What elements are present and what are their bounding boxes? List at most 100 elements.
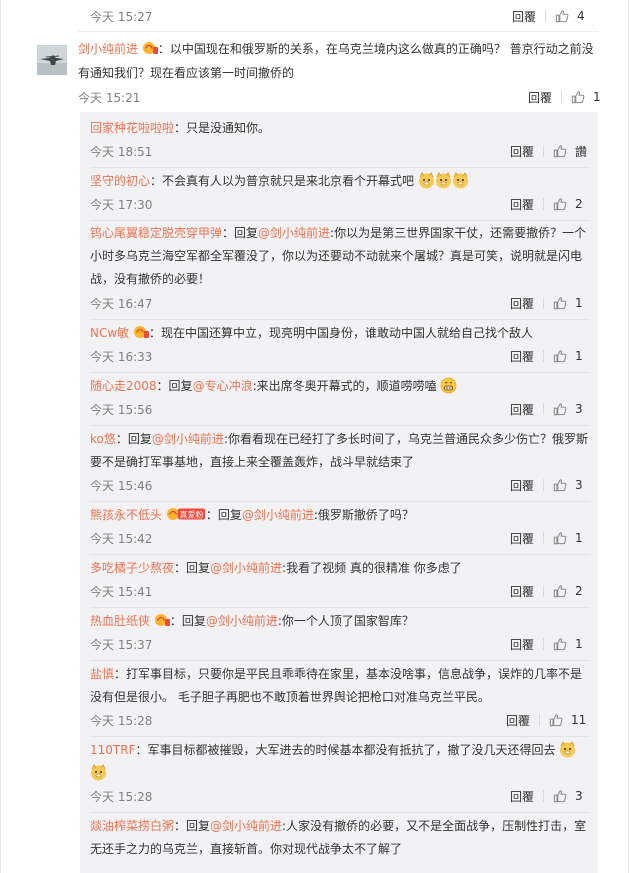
like-button[interactable]: 3 (553, 478, 583, 492)
reply-item: 钨心尾翼稳定脱壳穿甲弹：回复@剑小纯前进:你以为是第三世界国家干仗，还需要撤侨？… (90, 222, 590, 291)
reply-text: :我看了视频 真的很精准 你多虑了 (282, 561, 462, 575)
mention-link[interactable]: @剑小纯前进 (210, 561, 282, 575)
reply-time: 今天 17:30 (90, 198, 153, 212)
comment-actions: 回覆 4 (512, 7, 585, 25)
grin-emoji-icon (440, 377, 457, 394)
reply-time: 今天 15:37 (90, 638, 153, 652)
thumbs-up-icon (555, 10, 569, 23)
like-button[interactable]: 2 (553, 197, 583, 211)
like-button[interactable]: 1 (553, 531, 583, 545)
username[interactable]: 剑小纯前进 (78, 42, 138, 56)
like-button[interactable]: 讚 (553, 143, 587, 160)
thumbs-up-icon (553, 532, 567, 545)
like-button[interactable]: 1 (553, 296, 583, 310)
reply-button[interactable]: 回覆 (510, 143, 534, 160)
reply-button[interactable]: 回覆 (512, 8, 536, 25)
like-button[interactable]: 4 (555, 9, 585, 23)
username[interactable]: 坚守的初心 (90, 174, 150, 188)
like-button[interactable]: 1 (553, 637, 583, 651)
divider (78, 31, 598, 32)
mention-link[interactable]: @剑小纯前进 (206, 614, 278, 628)
divider (90, 736, 590, 737)
reply-actions: 回覆 3 (510, 400, 583, 418)
username[interactable]: 钨心尾翼稳定脱壳穿甲弹 (90, 226, 222, 240)
divider (545, 10, 547, 22)
reply-button[interactable]: 回覆 (510, 196, 534, 213)
avatar[interactable] (37, 45, 67, 75)
mention-link[interactable]: @剑小纯前进 (242, 508, 314, 522)
like-button[interactable]: 3 (553, 402, 583, 416)
main-comment: 剑小纯前进 ：以中国现在和俄罗斯的关系，在乌克兰境内这么做真的正确吗？ 普京行动… (78, 38, 598, 84)
mention-link[interactable]: @剑小纯前进 (210, 819, 282, 833)
reply-button[interactable]: 回覆 (510, 583, 534, 600)
reply-button[interactable]: 回覆 (510, 401, 534, 418)
reply-prefix: ：回复 (222, 226, 259, 240)
reply-text: ：军事目标都被摧毁，大军进去的时候基本都没有抵抗了，撤了没几天还得回去 (135, 743, 556, 757)
reply-time: 今天 15:41 (90, 585, 153, 599)
username[interactable]: 燚油榨菜捞白粥 (90, 819, 174, 833)
reply-button[interactable]: 回覆 (528, 89, 552, 106)
like-button[interactable]: 1 (571, 90, 601, 104)
reply-text: ：现在中国还算中立，现亮明中国身份，谁敢动中国人就给自己找个敌人 (149, 326, 534, 340)
divider (90, 220, 590, 221)
username[interactable]: 热血肚纸侠 (90, 614, 150, 628)
thumbs-up-icon (553, 145, 567, 158)
username[interactable]: 多吃橘子少熬夜 (90, 561, 174, 575)
thumbs-up-icon (553, 350, 567, 363)
mention-link[interactable]: @剑小纯前进 (152, 432, 224, 446)
reply-time: 今天 16:47 (90, 297, 153, 311)
reply-text: :来出席冬奥开幕式的，顺道唠唠嗑 (252, 379, 437, 393)
thumbs-up-icon (553, 403, 567, 416)
divider (90, 660, 590, 661)
divider (90, 319, 590, 320)
reply-button[interactable]: 回覆 (510, 636, 534, 653)
like-button[interactable]: 1 (553, 349, 583, 363)
reply-actions: 回覆 1 (510, 529, 583, 547)
reply-item: 多吃橘子少熬夜：回复@剑小纯前进:我看了视频 真的很精准 你多虑了 (90, 557, 590, 580)
reply-button[interactable]: 回覆 (506, 712, 530, 729)
like-count: 1 (575, 637, 583, 651)
like-button[interactable]: 11 (549, 713, 586, 727)
divider (543, 198, 545, 210)
mention-link[interactable]: @剑小纯前进 (258, 226, 330, 240)
reply-actions: 回覆 1 (510, 294, 583, 312)
mention-link[interactable]: @专心冲浪 (193, 379, 253, 393)
reply-actions: 回覆 2 (510, 195, 583, 213)
reply-button[interactable]: 回覆 (510, 477, 534, 494)
username[interactable]: ko悠 (90, 432, 116, 446)
reply-button[interactable]: 回覆 (510, 788, 534, 805)
like-button[interactable]: 3 (553, 789, 583, 803)
reply-button[interactable]: 回覆 (510, 348, 534, 365)
thumbs-up-icon (553, 479, 567, 492)
divider (543, 638, 545, 650)
comment-time: 今天 15:27 (90, 10, 153, 24)
reply-item: NCw敏 ：现在中国还算中立，现亮明中国身份，谁敢动中国人就给自己找个敌人 (90, 322, 590, 347)
like-count: 1 (575, 349, 583, 363)
reply-prefix: ：回复 (169, 614, 206, 628)
reply-actions: 回覆 3 (510, 476, 583, 494)
reply-button[interactable]: 回覆 (510, 295, 534, 312)
username[interactable]: 随心走2008 (90, 379, 157, 393)
username[interactable]: 盐慎 (90, 667, 114, 681)
like-count: 1 (575, 531, 583, 545)
like-button[interactable]: 2 (553, 584, 583, 598)
like-count: 11 (571, 713, 587, 727)
divider (90, 501, 590, 502)
username[interactable]: 110TRF (90, 743, 135, 757)
reply-item: ko悠：回复@剑小纯前进:你看看现在已经打了多长时间了，乌克兰普通民众多少伤亡？… (90, 428, 590, 474)
divider (543, 479, 545, 491)
username[interactable]: 熊孩永不低头 (90, 508, 162, 522)
divider (539, 714, 541, 726)
like-count: 2 (575, 584, 583, 598)
divider (543, 350, 545, 362)
username[interactable]: NCw敏 (90, 326, 129, 340)
thumbs-up-icon (553, 585, 567, 598)
like-count: 4 (577, 9, 585, 23)
doge-emoji-icon (452, 172, 469, 189)
username[interactable]: 回家种花啦啦啦 (90, 121, 174, 135)
divider (90, 372, 590, 373)
reply-actions: 回覆 11 (506, 711, 586, 729)
comment-time: 今天 15:21 (78, 91, 141, 105)
reply-text: :你一个人顶了国家智库？ (277, 614, 414, 628)
reply-button[interactable]: 回覆 (510, 530, 534, 547)
